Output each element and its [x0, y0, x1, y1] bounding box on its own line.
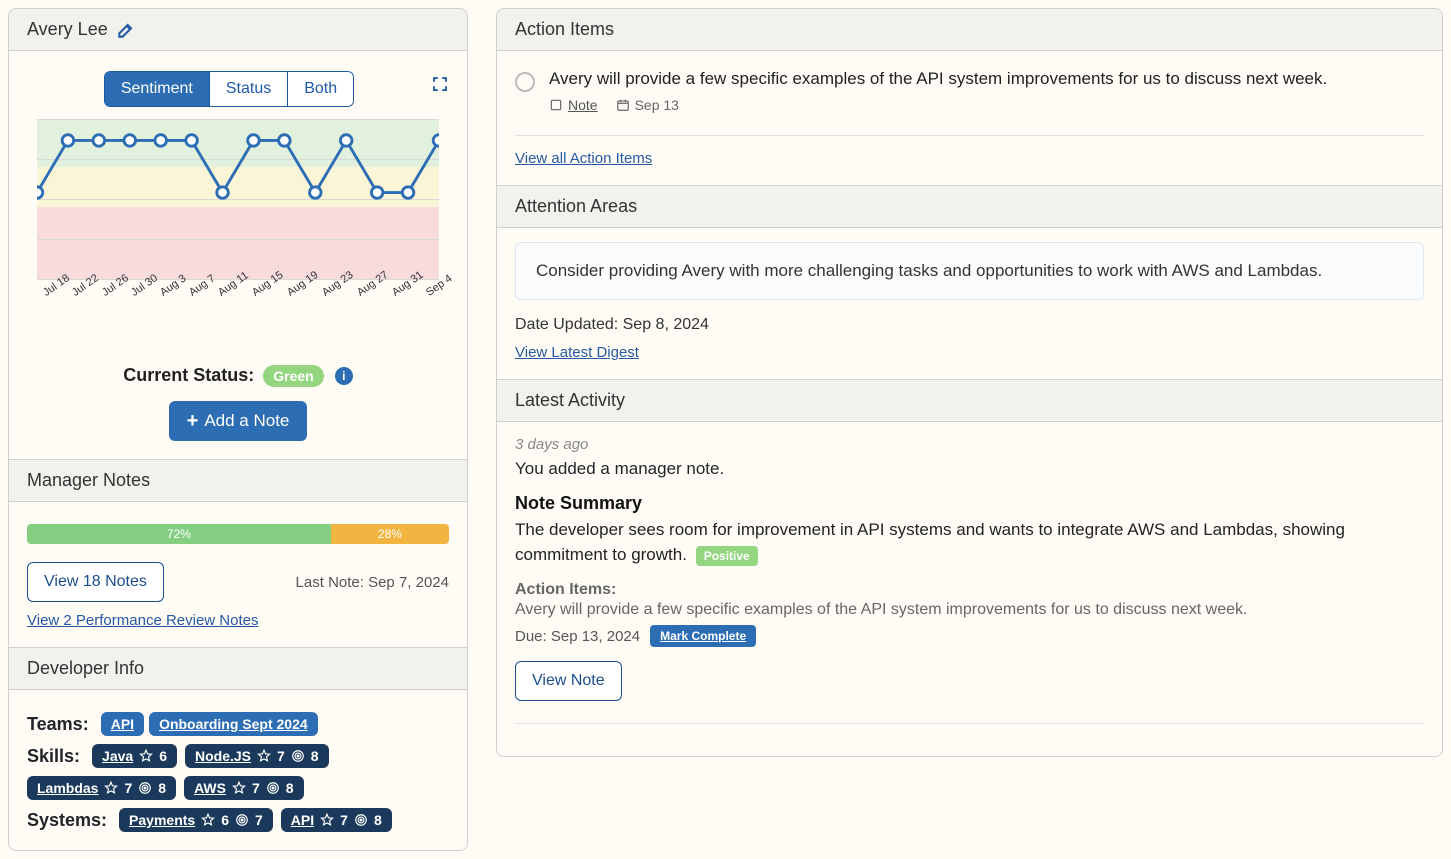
toggle-status[interactable]: Status	[210, 71, 288, 107]
teams-label: Teams:	[27, 714, 89, 735]
pill-lambdas[interactable]: Lambdas78	[27, 776, 176, 800]
pill-onboarding-sept-2024[interactable]: Onboarding Sept 2024	[149, 712, 318, 736]
activity-line: You added a manager note.	[515, 459, 1424, 479]
view-performance-reviews-link[interactable]: View 2 Performance Review Notes	[27, 612, 259, 629]
expand-icon[interactable]	[431, 75, 449, 97]
action-item-date: Sep 13	[616, 97, 679, 113]
manager-notes-panel: 72% 28% View 18 Notes Last Note: Sep 7, …	[9, 502, 467, 647]
manager-notes-header: Manager Notes	[9, 459, 467, 502]
developer-info-panel: Teams: API Onboarding Sept 2024 Skills: …	[9, 690, 467, 850]
note-icon	[549, 98, 563, 112]
pill-aws[interactable]: AWS78	[184, 776, 303, 800]
systems-label: Systems:	[27, 810, 107, 831]
status-badge: Green	[263, 365, 323, 387]
view-notes-button[interactable]: View 18 Notes	[27, 562, 164, 602]
teams-row: Teams: API Onboarding Sept 2024	[27, 712, 449, 736]
positive-badge: Positive	[696, 546, 758, 566]
action-items-panel: Avery will provide a few specific exampl…	[497, 51, 1442, 185]
current-status-row: Current Status: Green i	[27, 365, 449, 387]
chart-toggle: Sentiment Status Both	[104, 71, 354, 107]
attention-areas-panel: Consider providing Avery with more chall…	[497, 228, 1442, 379]
activity-action-items-label: Action Items:	[515, 581, 1424, 599]
developer-name: Avery Lee	[27, 19, 108, 40]
action-item-note-link[interactable]: Note	[549, 97, 598, 113]
developer-info-header: Developer Info	[9, 647, 467, 690]
skills-label: Skills:	[27, 746, 80, 767]
view-all-action-items-link[interactable]: View all Action Items	[515, 150, 652, 167]
info-icon[interactable]: i	[335, 367, 353, 385]
action-items-header: Action Items	[497, 9, 1442, 51]
plus-icon: +	[187, 411, 199, 431]
current-status-label: Current Status:	[123, 365, 254, 385]
activity-due-row: Due: Sep 13, 2024 Mark Complete	[515, 625, 1424, 647]
toggle-both[interactable]: Both	[288, 71, 354, 107]
pill-api[interactable]: API78	[281, 808, 392, 832]
progress-green: 72%	[27, 524, 331, 544]
edit-icon[interactable]	[116, 20, 136, 40]
view-note-button[interactable]: View Note	[515, 661, 622, 701]
action-item-text: Avery will provide a few specific exampl…	[549, 69, 1327, 89]
due-label: Due: Sep 13, 2024	[515, 628, 640, 645]
calendar-icon	[616, 98, 630, 112]
toggle-sentiment[interactable]: Sentiment	[104, 71, 210, 107]
activity-age: 3 days ago	[515, 436, 1424, 453]
view-latest-digest-link[interactable]: View Latest Digest	[515, 344, 639, 361]
skills-row: Skills: Java6 Node.JS78 Lambdas78 AWS78	[27, 744, 449, 800]
note-summary-text: The developer sees room for improvement …	[515, 518, 1424, 567]
pill-payments[interactable]: Payments67	[119, 808, 273, 832]
latest-activity-header: Latest Activity	[497, 379, 1442, 422]
sentiment-line	[37, 119, 439, 272]
sentiment-x-labels: Jul 18Jul 22Jul 26Jul 30Aug 3Aug 7Aug 11…	[41, 289, 445, 301]
sentiment-panel: Sentiment Status Both	[9, 51, 467, 459]
add-note-label: Add a Note	[204, 411, 289, 431]
latest-activity-panel: 3 days ago You added a manager note. Not…	[497, 422, 1442, 756]
sentiment-chart	[37, 119, 439, 279]
attention-text: Consider providing Avery with more chall…	[515, 242, 1424, 300]
attention-date-updated: Date Updated: Sep 8, 2024	[515, 316, 1424, 334]
profile-card: Avery Lee Sentiment Status Both	[8, 8, 468, 851]
last-note-label: Last Note: Sep 7, 2024	[296, 574, 449, 591]
pill-node.js[interactable]: Node.JS78	[185, 744, 329, 768]
pill-api[interactable]: API	[101, 712, 144, 736]
action-item: Avery will provide a few specific exampl…	[515, 65, 1424, 127]
notes-progress: 72% 28%	[27, 524, 449, 544]
mark-complete-button[interactable]: Mark Complete	[650, 625, 756, 647]
attention-areas-header: Attention Areas	[497, 185, 1442, 228]
action-item-checkbox[interactable]	[515, 72, 535, 92]
pill-java[interactable]: Java6	[92, 744, 177, 768]
right-card: Action Items Avery will provide a few sp…	[496, 8, 1443, 757]
add-note-button[interactable]: + Add a Note	[169, 401, 308, 441]
activity-action-items-text: Avery will provide a few specific exampl…	[515, 601, 1424, 619]
note-summary-label: Note Summary	[515, 493, 1424, 514]
profile-header: Avery Lee	[9, 9, 467, 51]
systems-row: Systems: Payments67 API78	[27, 808, 449, 832]
progress-yellow: 28%	[331, 524, 449, 544]
